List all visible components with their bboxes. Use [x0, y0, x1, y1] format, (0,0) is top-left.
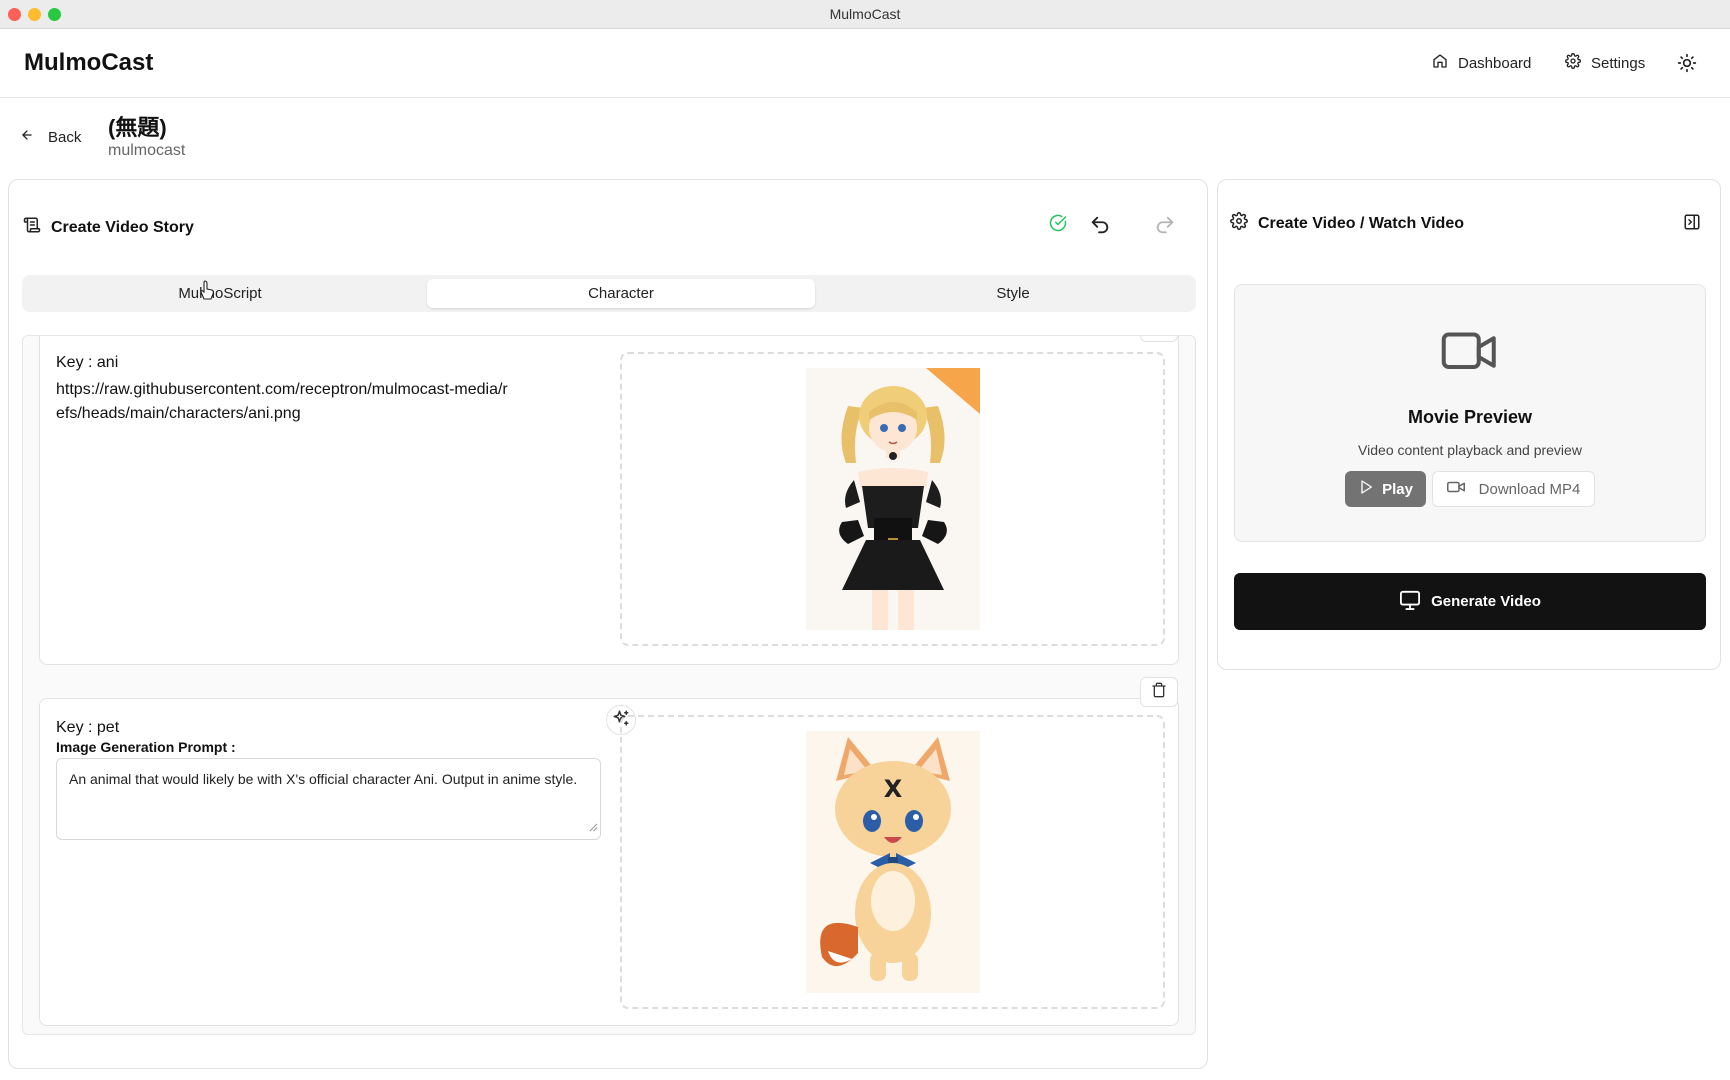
script-icon — [23, 216, 41, 239]
window-titlebar: MulmoCast — [0, 0, 1730, 29]
gear-icon — [1230, 212, 1248, 235]
character-card: Key : ani https://raw.githubusercontent.… — [39, 336, 1179, 665]
story-editor-header: Create Video Story — [23, 216, 194, 239]
project-subtitle: mulmocast — [108, 142, 186, 159]
panel-collapse-icon[interactable] — [1683, 213, 1701, 236]
video-icon — [1446, 480, 1465, 498]
project-title: (無題) — [108, 115, 167, 140]
resize-grip-icon[interactable] — [589, 817, 598, 837]
video-panel: Create Video / Watch Video Movie Preview… — [1217, 179, 1721, 670]
character-image-frame[interactable]: X — [620, 715, 1165, 1009]
tab-mulmoscript[interactable]: MulmoScript — [26, 279, 414, 308]
story-editor-title: Create Video Story — [51, 218, 194, 236]
character-image-pet: X — [806, 731, 980, 993]
nav-dashboard-link[interactable]: Dashboard — [1432, 53, 1531, 73]
video-camera-icon — [1439, 327, 1501, 382]
character-card: Key : pet Image Generation Prompt : An a… — [39, 677, 1179, 1026]
image-prompt-label: Image Generation Prompt : — [56, 739, 236, 755]
validation-check-icon[interactable] — [1049, 214, 1067, 237]
delete-button[interactable] — [1140, 336, 1178, 342]
play-icon — [1358, 479, 1374, 499]
tab-style[interactable]: Style — [819, 279, 1207, 308]
back-label: Back — [48, 128, 82, 146]
brand-logo-text[interactable]: MulmoCast — [24, 49, 153, 77]
redo-icon[interactable] — [1154, 214, 1176, 241]
story-editor-panel: Create Video Story MulmoScript Character… — [8, 179, 1208, 1069]
delete-button[interactable] — [1140, 677, 1178, 707]
character-key-label: Key : ani — [56, 354, 119, 371]
arrow-left-icon — [20, 128, 34, 146]
editor-tabs: MulmoScript Character Style — [22, 275, 1196, 312]
home-icon — [1432, 53, 1448, 73]
movie-preview-title: Movie Preview — [1407, 407, 1533, 427]
app-header: MulmoCast Dashboard Settings — [0, 29, 1730, 98]
video-panel-header: Create Video / Watch Video — [1230, 212, 1464, 235]
svg-text:X: X — [884, 775, 903, 803]
nav-dashboard-label: Dashboard — [1458, 54, 1532, 72]
gear-icon — [1565, 53, 1581, 73]
character-image-url: https://raw.githubusercontent.com/recept… — [56, 381, 508, 422]
character-key-label: Key : pet — [56, 719, 120, 736]
back-button[interactable]: Back — [20, 128, 81, 146]
trash-icon — [1151, 682, 1167, 703]
character-image-frame[interactable] — [620, 352, 1165, 646]
nav-settings-label: Settings — [1591, 54, 1646, 72]
download-mp4-label: Download MP4 — [1478, 480, 1581, 498]
download-mp4-button[interactable]: Download MP4 — [1432, 471, 1595, 507]
undo-icon[interactable] — [1089, 214, 1111, 241]
monitor-icon — [1399, 590, 1421, 614]
nav-settings-link[interactable]: Settings — [1565, 53, 1645, 73]
hand-pointer-icon — [200, 280, 216, 305]
character-image-ani — [806, 368, 980, 630]
image-prompt-textarea[interactable]: An animal that would likely be with X's … — [56, 758, 601, 840]
image-prompt-value: An animal that would likely be with X's … — [69, 771, 578, 787]
theme-toggle-button[interactable] — [1677, 53, 1697, 78]
sun-icon — [1677, 53, 1697, 77]
play-label: Play — [1382, 480, 1413, 498]
generate-video-button[interactable]: Generate Video — [1234, 573, 1706, 630]
play-button[interactable]: Play — [1345, 471, 1426, 507]
movie-preview-subtitle: Video content playback and preview — [1358, 442, 1582, 458]
video-panel-title: Create Video / Watch Video — [1258, 214, 1464, 232]
generate-video-label: Generate Video — [1431, 593, 1541, 610]
window-title: MulmoCast — [829, 6, 901, 22]
tab-character[interactable]: Character — [427, 279, 815, 308]
movie-preview-card: Movie Preview Video content playback and… — [1234, 284, 1706, 542]
character-list[interactable]: Key : ani https://raw.githubusercontent.… — [22, 335, 1196, 1035]
